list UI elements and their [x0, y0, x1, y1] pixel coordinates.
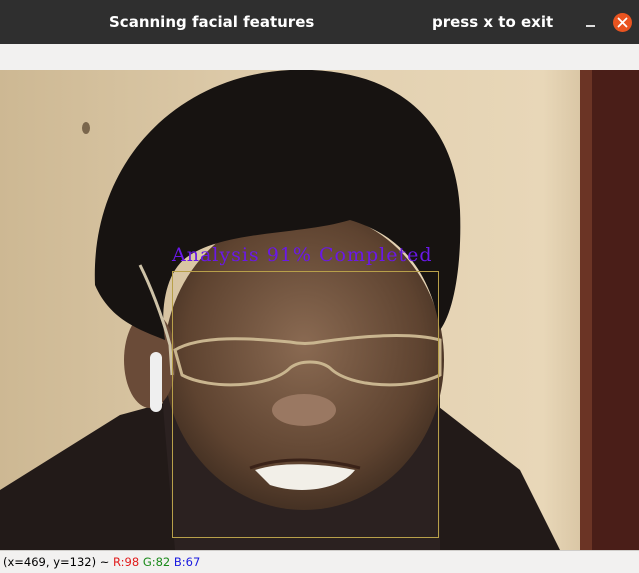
red-value: R:98 [113, 555, 140, 569]
close-button[interactable] [613, 13, 632, 32]
camera-view[interactable]: Analysis 91% Completed [0, 70, 639, 550]
pixel-info: (x=469, y=132) ~ R:98 G:82 B:67 [3, 555, 200, 569]
cursor-coords: (x=469, y=132) ~ [3, 555, 110, 569]
status-bar: (x=469, y=132) ~ R:98 G:82 B:67 [0, 550, 639, 573]
close-icon [617, 17, 628, 28]
analysis-progress-text: Analysis 91% Completed [172, 244, 433, 266]
face-detection-box [172, 271, 439, 538]
exit-hint: press x to exit [432, 13, 554, 31]
green-value: G:82 [142, 555, 171, 569]
minimize-icon [586, 25, 595, 27]
blue-value: B:67 [173, 555, 201, 569]
minimize-button[interactable] [583, 14, 599, 30]
window-title: Scanning facial features [109, 13, 315, 31]
window-titlebar: Scanning facial features press x to exit [0, 0, 639, 44]
toolbar [0, 44, 639, 71]
